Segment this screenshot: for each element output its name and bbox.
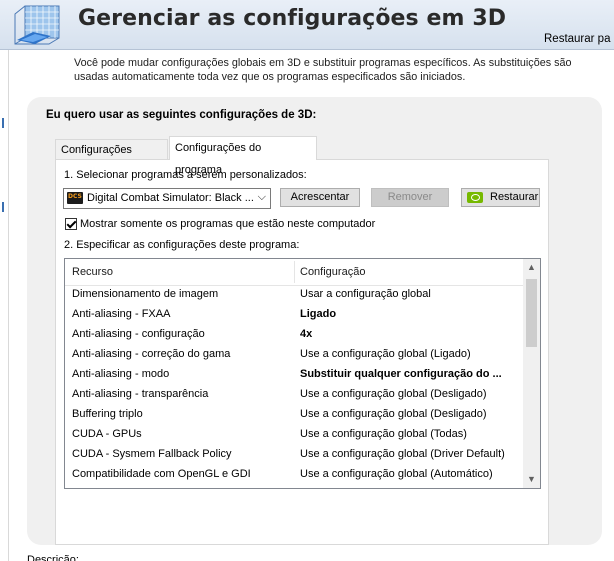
setting-cell[interactable]: Use a configuração global (Desligado) <box>300 408 487 420</box>
feature-cell: Dimensionamento de imagem <box>72 288 219 300</box>
settings-table: Recurso Configuração Dimensionamento de … <box>64 258 541 489</box>
feature-cell: Anti-aliasing - configuração <box>72 328 205 340</box>
step2-label: 2. Especificar as configurações deste pr… <box>64 239 300 251</box>
chevron-down-icon: ⌵ <box>257 191 266 203</box>
table-header: Recurso Configuração <box>65 259 523 286</box>
setting-cell[interactable]: Use a configuração global (Desligado) <box>300 388 487 400</box>
restore-button-label: Restaurar <box>490 191 539 203</box>
feature-cell: Anti-aliasing - transparência <box>72 388 209 400</box>
feature-cell: Compatibilidade com OpenGL e GDI <box>72 468 251 480</box>
table-row[interactable]: Anti-aliasing - configuração 4x <box>65 325 523 345</box>
nvidia-icon <box>467 192 483 203</box>
setting-cell[interactable]: Usar a configuração global <box>300 288 431 300</box>
table-row[interactable]: Buffering triplo Use a configuração glob… <box>65 405 523 425</box>
feature-cell: Buffering triplo <box>72 408 143 420</box>
feature-cell: Anti-aliasing - FXAA <box>72 308 171 320</box>
table-row[interactable]: Anti-aliasing - FXAA Ligado <box>65 305 523 325</box>
restore-button[interactable]: Restaurar <box>461 188 540 207</box>
program-select[interactable]: Digital Combat Simulator: Black ... ⌵ <box>63 188 271 209</box>
setting-cell[interactable]: Substituir qualquer configuração do ... <box>300 368 502 380</box>
table-row[interactable]: Anti-aliasing - transparência Use a conf… <box>65 385 523 405</box>
gutter-marker <box>2 118 4 128</box>
feature-cell: CUDA - Sysmem Fallback Policy <box>72 448 232 460</box>
feature-cell: Anti-aliasing - correção do gama <box>72 348 231 360</box>
tab-program-settings[interactable]: Configurações do programa <box>169 136 317 176</box>
setting-cell[interactable]: 4x <box>300 328 312 340</box>
show-installed-only-checkbox[interactable] <box>65 218 77 230</box>
column-divider[interactable] <box>294 261 295 283</box>
scroll-thumb[interactable] <box>526 279 537 347</box>
scroll-up-icon[interactable]: ▲ <box>523 259 540 276</box>
feature-cell: CUDA - GPUs <box>72 428 142 440</box>
setting-cell[interactable]: Ligado <box>300 308 336 320</box>
page-title: Gerenciar as configurações em 3D <box>78 6 507 31</box>
table-row[interactable]: Anti-aliasing - correção do gama Use a c… <box>65 345 523 365</box>
page-description: Você pode mudar configurações globais em… <box>74 57 572 83</box>
table-row[interactable]: CUDA - Sysmem Fallback Policy Use a conf… <box>65 445 523 465</box>
column-header-feature[interactable]: Recurso <box>72 266 113 278</box>
panel-heading: Eu quero usar as seguintes configurações… <box>46 109 317 121</box>
table-row[interactable]: Dimensionamento de imagem Usar a configu… <box>65 285 523 305</box>
tab-global-settings[interactable]: Configurações globais <box>55 139 168 176</box>
table-row[interactable]: Compatibilidade com OpenGL e GDI Use a c… <box>65 465 523 485</box>
gutter-marker <box>2 202 4 212</box>
left-gutter <box>0 50 9 561</box>
scroll-down-icon[interactable]: ▼ <box>523 471 540 488</box>
restore-defaults-link[interactable]: Restaurar pa <box>544 33 610 45</box>
setting-cell[interactable]: Use a configuração global (Driver Defaul… <box>300 448 505 460</box>
setting-cell[interactable]: Use a configuração global (Automático) <box>300 468 493 480</box>
dcs-icon <box>67 192 83 204</box>
remove-button[interactable]: Remover <box>371 188 449 207</box>
page-header: Gerenciar as configurações em 3D Restaur… <box>0 0 614 50</box>
column-header-setting[interactable]: Configuração <box>300 266 365 278</box>
add-button[interactable]: Acrescentar <box>280 188 360 207</box>
table-row[interactable]: CUDA - GPUs Use a configuração global (T… <box>65 425 523 445</box>
vertical-scrollbar[interactable]: ▲ ▼ <box>523 259 540 488</box>
table-row[interactable]: Anti-aliasing - modo Substituir qualquer… <box>65 365 523 385</box>
setting-cell[interactable]: Use a configuração global (Todas) <box>300 428 467 440</box>
description-label: Descrição: <box>27 554 79 561</box>
checkbox-label: Mostrar somente os programas que estão n… <box>80 218 376 230</box>
feature-cell: Anti-aliasing - modo <box>72 368 170 380</box>
program-select-value: Digital Combat Simulator: Black ... <box>87 192 254 204</box>
3d-settings-icon <box>14 5 60 45</box>
setting-cell[interactable]: Use a configuração global (Ligado) <box>300 348 471 360</box>
